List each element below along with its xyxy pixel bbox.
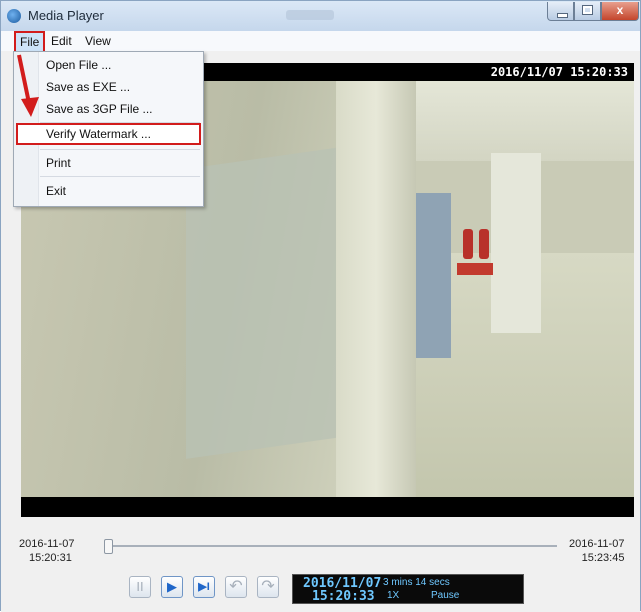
play-button[interactable]: ▶ bbox=[161, 576, 183, 598]
status-state: Pause bbox=[431, 590, 460, 601]
timeline-end-date: 2016-11-07 bbox=[569, 538, 625, 550]
video-frame-ceiling bbox=[416, 81, 634, 161]
maximize-button[interactable] bbox=[574, 2, 601, 21]
status-speed: 1X bbox=[387, 590, 400, 601]
timeline-start-date: 2016-11-07 bbox=[19, 538, 75, 550]
menu-file[interactable]: File bbox=[14, 31, 46, 53]
video-frame-right-wall bbox=[491, 153, 541, 333]
app-icon bbox=[7, 9, 21, 23]
video-frame-sign bbox=[457, 263, 493, 275]
pause-button[interactable]: II bbox=[129, 576, 151, 598]
red-arrow-annotation bbox=[17, 54, 39, 117]
menu-item-print[interactable]: Print bbox=[46, 156, 71, 170]
timeline-start-time: 15:20:31 bbox=[29, 552, 72, 564]
status-time: 15:20:33 bbox=[312, 589, 375, 604]
play-icon: ▶ bbox=[167, 579, 177, 594]
menu-item-open-file[interactable]: Open File ... bbox=[46, 58, 111, 72]
timeline-start: 2016-11-07 15:20:31 bbox=[19, 537, 74, 565]
menu-view[interactable]: View bbox=[85, 34, 111, 48]
minimize-button[interactable] bbox=[547, 2, 574, 21]
menu-item-save-exe[interactable]: Save as EXE ... bbox=[46, 80, 130, 94]
playback-status-panel: 2016/11/07 15:20:33 3 mins 14 secs 1X Pa… bbox=[292, 574, 524, 604]
video-frame-glass-partition bbox=[186, 147, 341, 459]
menu-item-save-3gp[interactable]: Save as 3GP File ... bbox=[46, 102, 153, 116]
video-frame-extinguisher bbox=[463, 229, 473, 259]
menu-separator bbox=[40, 149, 200, 150]
media-player-window: Media Player x File Edit View 2016/11/07… bbox=[0, 0, 641, 612]
window-title: Media Player bbox=[28, 8, 104, 23]
fast-forward-button[interactable]: ↷ bbox=[257, 576, 279, 598]
menu-item-exit[interactable]: Exit bbox=[46, 184, 66, 198]
timeline-slider-thumb[interactable] bbox=[104, 539, 113, 554]
menu-bar: File Edit View bbox=[1, 31, 640, 53]
timeline-end-time: 15:23:45 bbox=[581, 552, 625, 564]
video-frame-column bbox=[336, 81, 416, 497]
video-osd-timestamp: 2016/11/07 15:20:33 bbox=[490, 65, 628, 79]
menu-edit[interactable]: Edit bbox=[51, 34, 72, 48]
status-duration: 3 mins 14 secs bbox=[383, 577, 450, 588]
title-bar: Media Player x bbox=[1, 1, 640, 31]
menu-separator bbox=[40, 176, 200, 177]
video-frame-extinguisher bbox=[479, 229, 489, 259]
pause-icon: II bbox=[136, 579, 144, 594]
timeline-end: 2016-11-07 15:23:45 bbox=[569, 537, 624, 565]
video-frame-door bbox=[416, 193, 451, 358]
title-bar-decoration bbox=[286, 10, 334, 20]
menu-item-verify-watermark[interactable]: Verify Watermark ... bbox=[46, 127, 151, 141]
fast-forward-icon: ↷ bbox=[261, 578, 275, 595]
step-forward-icon: ▶I bbox=[198, 581, 210, 593]
rewind-icon: ↶ bbox=[229, 578, 243, 595]
minimize-icon bbox=[557, 13, 568, 18]
close-button[interactable]: x bbox=[601, 2, 639, 21]
rewind-button[interactable]: ↶ bbox=[225, 576, 247, 598]
step-forward-button[interactable]: ▶I bbox=[193, 576, 215, 598]
maximize-icon bbox=[582, 5, 593, 15]
timeline-slider-track[interactable] bbox=[105, 545, 557, 547]
